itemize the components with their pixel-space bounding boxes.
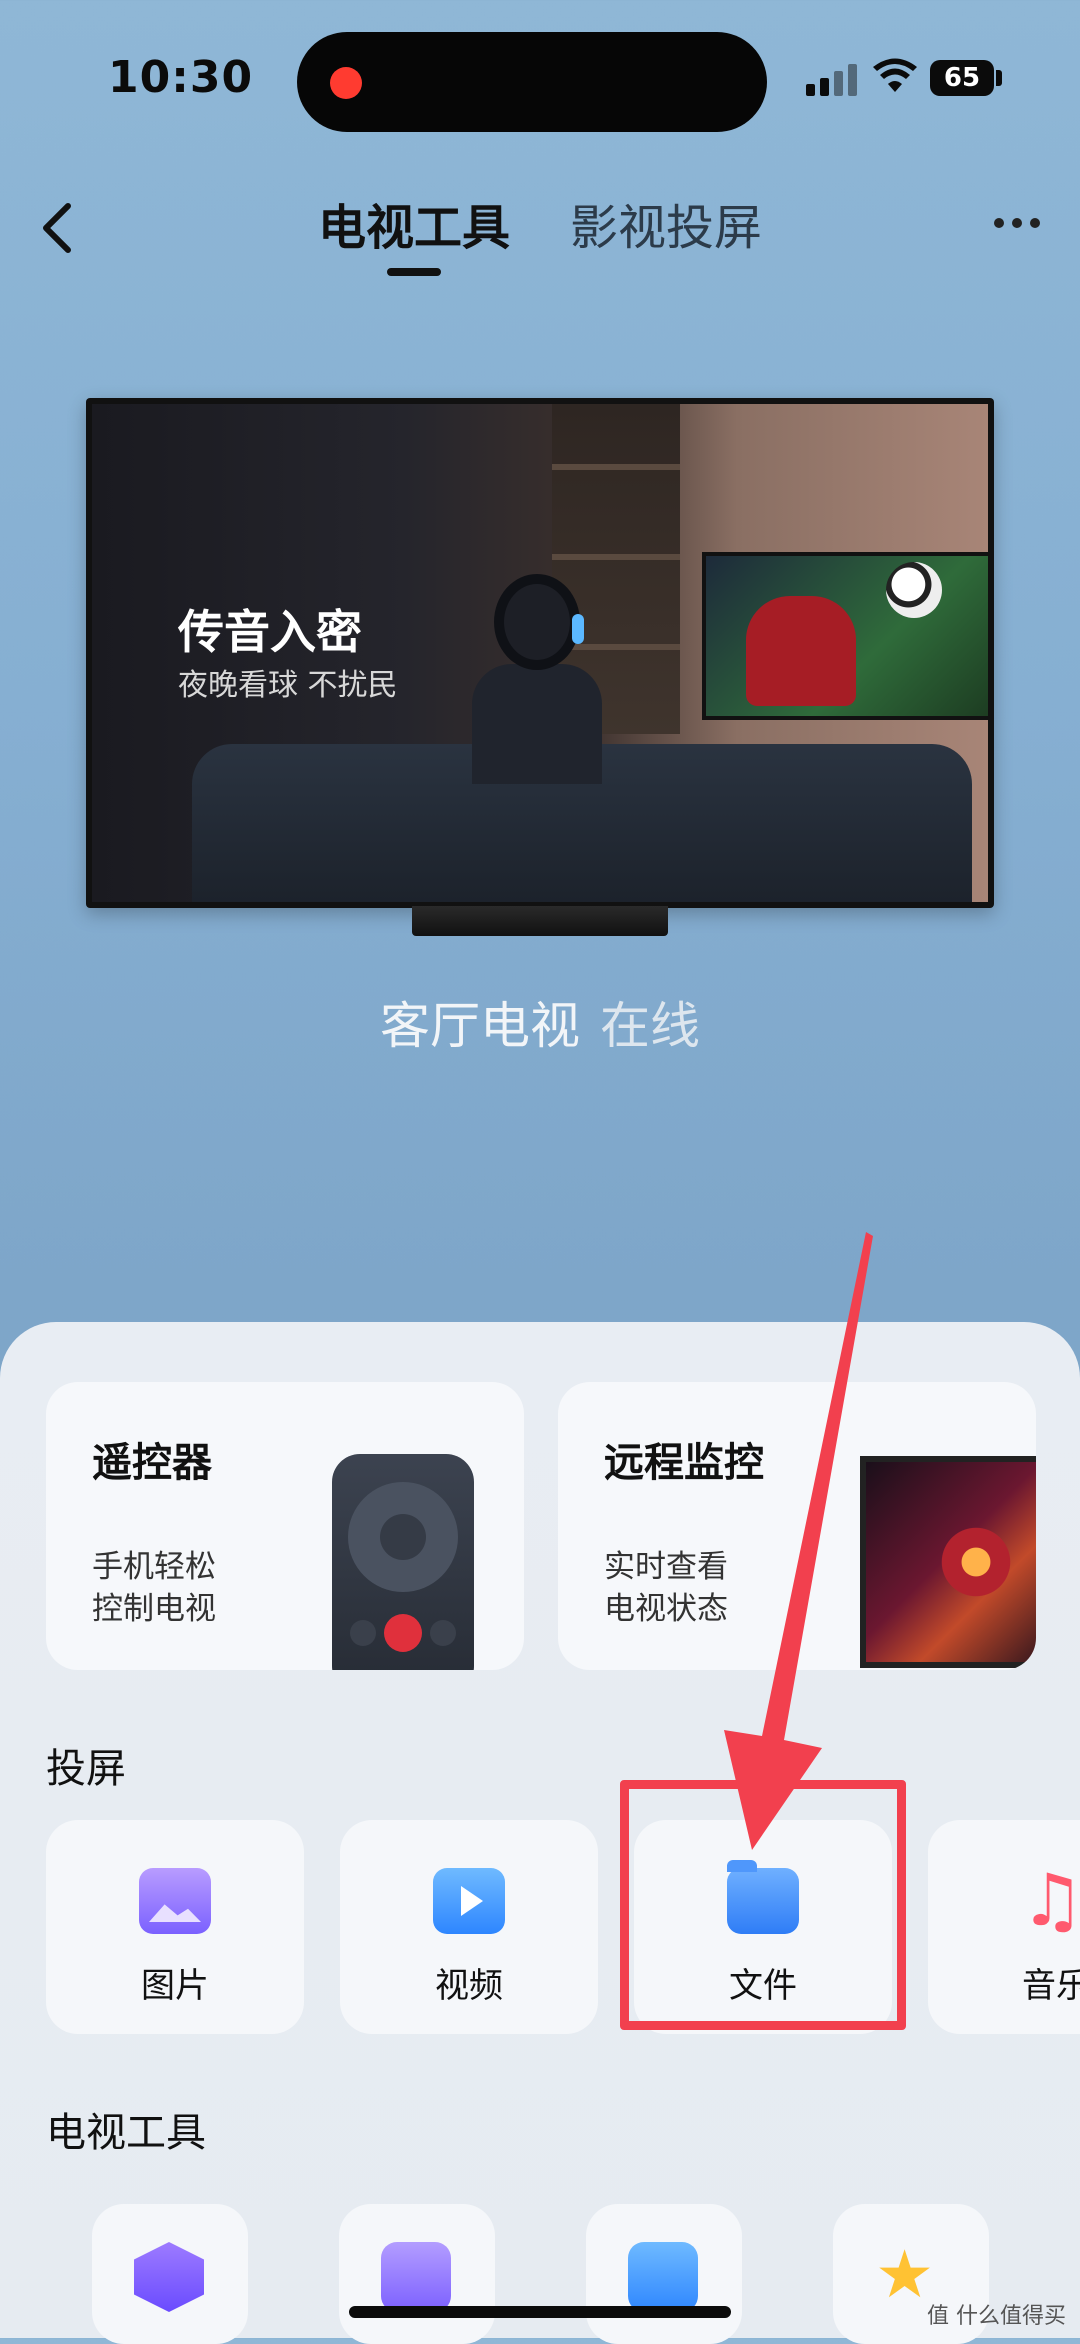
remote-control-card[interactable]: 遥控器 手机轻松 控制电视: [46, 1382, 524, 1670]
screenshot-icon: [381, 2242, 451, 2312]
monitor-icon: [860, 1456, 1036, 1668]
home-indicator: [349, 2306, 731, 2318]
tool-screenshot-button[interactable]: [339, 2204, 495, 2344]
tv-banner[interactable]: 传音入密 夜晚看球 不扰民: [86, 398, 994, 908]
back-arrow-icon[interactable]: [30, 198, 90, 258]
battery-cap: [996, 70, 1002, 86]
tv-banner-image: 传音入密 夜晚看球 不扰民: [92, 404, 988, 902]
wifi-icon: [873, 58, 917, 92]
banner-subtitle: 夜晚看球 不扰民: [178, 668, 398, 703]
video-icon: [433, 1868, 505, 1934]
tab-active-indicator: [387, 268, 441, 276]
camera-icon: [628, 2242, 698, 2312]
battery-level: 65: [930, 60, 994, 96]
recording-indicator-icon: [330, 67, 362, 99]
photo-icon: [139, 1868, 211, 1934]
watermark-text: 值 什么值得买: [927, 2304, 1066, 2329]
status-bar: 10:30 65: [0, 0, 1080, 150]
status-time: 10:30: [108, 52, 254, 103]
tool-voice-button[interactable]: [92, 2204, 248, 2344]
card-description: 手机轻松 控制电视: [92, 1549, 216, 1627]
tab-tv-tools[interactable]: 电视工具: [318, 188, 510, 258]
card-title: 远程监控: [604, 1440, 764, 1486]
tv-stand: [412, 906, 668, 936]
person-with-headphones: [472, 574, 602, 784]
remote-monitor-card[interactable]: 远程监控 实时查看 电视状态: [558, 1382, 1036, 1670]
cast-music-button[interactable]: 音乐: [928, 1820, 1080, 2034]
remote-icon: [332, 1454, 474, 1670]
device-online-status: 在线: [600, 997, 700, 1055]
tools-section-title: 电视工具: [46, 2110, 206, 2156]
more-options-icon[interactable]: [990, 218, 1050, 232]
voice-icon: [134, 2242, 204, 2312]
banner-title: 传音入密: [178, 605, 362, 659]
cast-item-label: 图片: [141, 1966, 209, 2006]
wall-tv-football-scene: [702, 552, 988, 720]
tool-camera-button[interactable]: [586, 2204, 742, 2344]
card-title: 遥控器: [92, 1440, 212, 1486]
cast-photo-button[interactable]: 图片: [46, 1820, 304, 2034]
music-icon: [1020, 1858, 1080, 1942]
cast-item-label: 音乐: [1022, 1966, 1080, 2006]
device-status: 客厅电视 在线: [0, 986, 1080, 1058]
card-description: 实时查看 电视状态: [604, 1549, 728, 1627]
tab-media-cast[interactable]: 影视投屏: [570, 188, 762, 258]
cast-section-title: 投屏: [46, 1746, 126, 1792]
cast-item-label: 视频: [435, 1966, 503, 2006]
dynamic-island: [297, 32, 767, 132]
annotation-highlight-box: [620, 1780, 906, 2030]
device-name: 客厅电视: [380, 997, 580, 1055]
cellular-signal-icon: [806, 62, 860, 96]
cast-video-button[interactable]: 视频: [340, 1820, 598, 2034]
